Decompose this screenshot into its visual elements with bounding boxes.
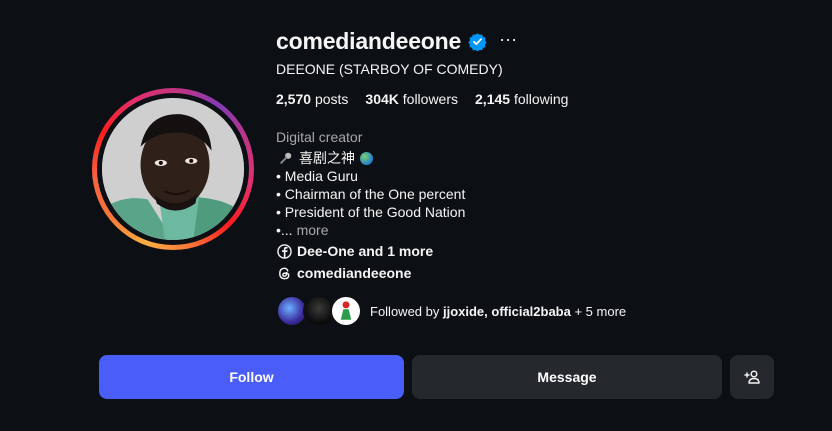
facebook-link-label: Dee-One and 1 more (297, 243, 434, 259)
profile-avatar[interactable] (102, 98, 244, 240)
username: comediandeeone (276, 28, 462, 54)
bio-line-1: 喜剧之神 (276, 149, 465, 167)
threads-link[interactable]: comediandeeone (277, 265, 411, 281)
message-button[interactable]: Message (412, 355, 722, 399)
facebook-icon (277, 243, 292, 259)
bio-line-5: •... more (276, 221, 465, 239)
profile-category: Digital creator (276, 129, 363, 145)
bio-line-3: • Chairman of the One percent (276, 186, 466, 202)
followers-count: 304K (365, 91, 399, 107)
bio-chinese-text: 喜剧之神 (299, 150, 355, 166)
followed-by-prefix: Followed by (370, 303, 443, 319)
profile-stats: 2,570 posts 304K followers 2,145 followi… (276, 91, 568, 107)
suggested-users-button[interactable] (730, 355, 774, 399)
globe-icon (360, 151, 373, 165)
posts-count: 2,570 (276, 91, 312, 107)
mutual-avatar-3 (330, 295, 362, 327)
threads-icon (279, 267, 290, 279)
bio-line-4: • President of the Good Nation (276, 204, 466, 220)
following-stat[interactable]: 2,145 following (475, 91, 568, 107)
bio-line-2: • Media Guru (276, 168, 358, 184)
follow-button[interactable]: Follow (99, 355, 404, 399)
followed-by-text: Followed by jjoxide, official2baba + 5 m… (370, 304, 626, 319)
bio-more-link[interactable]: more (297, 221, 329, 239)
facebook-link[interactable]: Dee-One and 1 more (277, 243, 433, 259)
following-label: following (513, 91, 569, 107)
posts-stat: 2,570 posts (276, 91, 348, 107)
bio: 喜剧之神 • Media Guru • Chairman of the One … (276, 149, 465, 239)
followed-by-names: jjoxide, official2baba (442, 303, 571, 319)
add-person-icon (744, 370, 760, 384)
microphone-icon (280, 152, 292, 164)
followed-by-suffix: + 5 more (570, 303, 627, 319)
avatar-gap (97, 93, 249, 245)
threads-link-label: comediandeeone (297, 265, 412, 281)
full-name: DEEONE (STARBOY OF COMEDY) (276, 61, 503, 77)
avatar-image (102, 98, 244, 240)
followers-stat[interactable]: 304K followers (365, 91, 458, 107)
username-row: comediandeeone ··· (276, 28, 517, 55)
bio-truncated-prefix: •... (276, 222, 293, 238)
followers-label: followers (402, 91, 459, 107)
following-count: 2,145 (475, 91, 511, 107)
mutual-avatar-3-logo (340, 301, 352, 320)
profile-avatar-ring[interactable] (92, 88, 254, 250)
followed-by[interactable]: Followed by jjoxide, official2baba + 5 m… (276, 295, 626, 327)
verified-badge-icon (468, 33, 487, 51)
posts-label: posts (314, 91, 349, 107)
ellipsis-icon[interactable]: ··· (499, 30, 517, 48)
